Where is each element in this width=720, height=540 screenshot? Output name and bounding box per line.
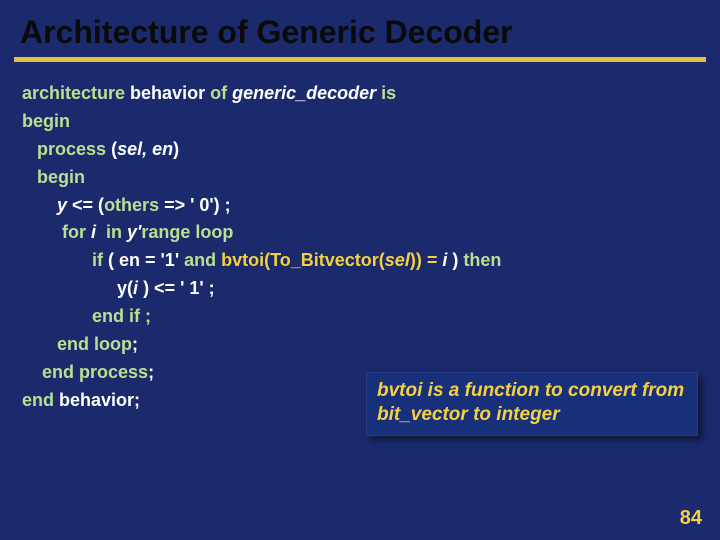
slide-title: Architecture of Generic Decoder xyxy=(0,0,720,57)
sig-y: y' xyxy=(122,222,141,242)
entity-name: generic_decoder xyxy=(227,83,381,103)
callout-text: bvtoi is a function to convert from bit_… xyxy=(377,380,684,425)
txt: <= ( xyxy=(72,195,104,215)
sig-y: y xyxy=(57,195,72,215)
code-line-8: y(i ) <= ' 1' ; xyxy=(22,275,698,303)
kw-endif: end if ; xyxy=(92,306,151,326)
kw-endloop: end loop xyxy=(57,334,132,354)
kw-if: if xyxy=(92,250,103,270)
txt: ; xyxy=(132,334,138,354)
txt: ( en = '1' xyxy=(103,250,184,270)
txt: ) xyxy=(173,139,179,159)
txt: ) xyxy=(447,250,463,270)
code-line-4: begin xyxy=(22,164,698,192)
txt: => ' 0') ; xyxy=(159,195,231,215)
txt: behavior; xyxy=(59,390,140,410)
kw-begin: begin xyxy=(22,111,70,131)
txt: ) <= ' 1' ; xyxy=(143,278,215,298)
kw-endprocess: end process xyxy=(42,362,148,382)
code-line-9: end if ; xyxy=(22,303,698,331)
callout-box: bvtoi is a function to convert from bit_… xyxy=(366,372,698,436)
var-i: i xyxy=(133,278,143,298)
kw-is: is xyxy=(381,83,396,103)
code-line-7: if ( en = '1' and bvtoi(To_Bitvector(sel… xyxy=(22,247,698,275)
code-line-10: end loop; xyxy=(22,331,698,359)
code-line-2: begin xyxy=(22,108,698,136)
kw-end: end xyxy=(22,390,59,410)
kw-of: of xyxy=(210,83,227,103)
page-number: 84 xyxy=(680,507,702,530)
kw-architecture: architecture xyxy=(22,83,125,103)
code-line-3: process (sel, en) xyxy=(22,136,698,164)
txt: ( xyxy=(106,139,117,159)
txt: )) = xyxy=(410,250,443,270)
code-line-1: architecture behavior of generic_decoder… xyxy=(22,80,698,108)
code-line-6: for i in y'range loop xyxy=(22,219,698,247)
txt: y( xyxy=(117,278,133,298)
code-line-5: y <= (others => ' 0') ; xyxy=(22,192,698,220)
kw-range-loop: range loop xyxy=(141,222,233,242)
kw-others: others xyxy=(104,195,159,215)
sens-list: sel, en xyxy=(117,139,173,159)
fn-bvtoi: bvtoi(To_Bitvector( xyxy=(216,250,385,270)
kw-for: for xyxy=(62,222,91,242)
var-i: i xyxy=(91,222,106,242)
txt: behavior xyxy=(125,83,210,103)
txt: ; xyxy=(148,362,154,382)
kw-in: in xyxy=(106,222,122,242)
kw-and: and xyxy=(184,250,216,270)
kw-process: process xyxy=(37,139,106,159)
code-block: architecture behavior of generic_decoder… xyxy=(0,80,720,415)
kw-then: then xyxy=(463,250,501,270)
title-underline xyxy=(14,57,706,62)
kw-begin: begin xyxy=(37,167,85,187)
sig-sel: sel xyxy=(385,250,410,270)
